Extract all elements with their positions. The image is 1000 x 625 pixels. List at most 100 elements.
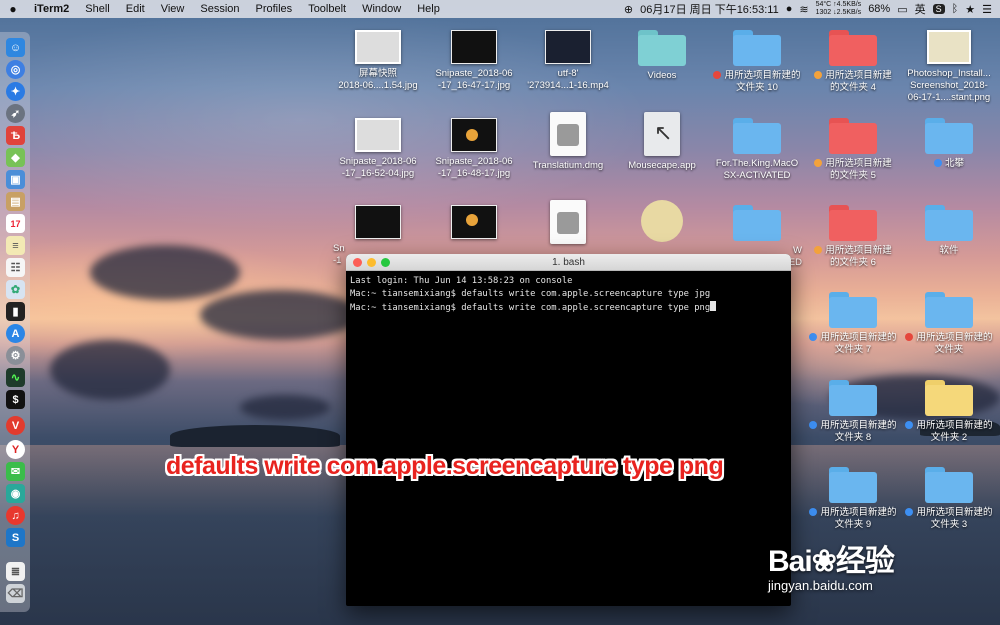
android-icon[interactable]: ◆ [6,148,25,167]
terminal-line: Last login: Thu Jun 14 13:58:23 on conso… [350,276,573,286]
menu-shell[interactable]: Shell [77,3,117,15]
app-store-icon[interactable]: A [6,324,25,343]
terminal-titlebar[interactable]: 1. bash [346,254,791,271]
menu-help[interactable]: Help [409,3,448,15]
menu-edit[interactable]: Edit [118,3,153,15]
launchpad-icon[interactable]: ◎ [6,60,25,79]
netease-music-icon[interactable]: ♫ [6,506,25,525]
desktop-item[interactable] [615,200,709,242]
system-monitor[interactable]: 54°C ↑4.5KB/s 1302 ↓2.5KB/s [816,1,862,17]
desktop-item[interactable]: 用所选项目新建 的文件夹 5 [806,118,900,182]
reminders-icon[interactable]: ☷ [6,258,25,277]
battery-percent[interactable]: 68% [868,3,890,15]
zoom-button[interactable] [381,258,390,267]
app-teal-icon[interactable]: ◉ [6,484,25,503]
minimize-button[interactable] [367,258,376,267]
desktop-item[interactable]: Snipaste_2018-06 -17_16-48-17.jpg [427,118,521,180]
file-label: Snipaste_2018-06 [435,68,513,79]
folder-icon [829,30,877,66]
file-label-text: 北攀 [944,158,964,169]
file-label: 的文件夹 4 [830,82,876,93]
safari-icon[interactable]: ✦ [6,82,25,101]
calendar-icon[interactable]: 17 [6,214,25,233]
rocket-icon[interactable]: ➶ [6,104,25,123]
file-label: 屏幕快照 [358,68,397,79]
folder-icon [829,380,877,416]
watermark-brand2: 经验 [835,545,895,578]
desktop-item[interactable]: Translatium.dmg [521,112,615,172]
globe-icon[interactable]: ⊕ [624,3,633,16]
menu-clock[interactable]: 06月17日 周日 下午16:53:11 [640,1,779,17]
overlay-caption: defaults write com.apple.screencapture t… [166,452,724,480]
system-preferences-icon[interactable]: ⚙ [6,346,25,365]
stickies-icon[interactable]: ≡ [6,236,25,255]
file-label: 06-17-1....stant.png [907,92,991,103]
menu-bar: ● iTerm2 Shell Edit View Session Profile… [0,0,1000,18]
desktop-item[interactable]: 用所选项目新建的 文件夹 2 [902,380,996,444]
terminal-output[interactable]: Last login: Thu Jun 14 13:58:23 on conso… [346,271,791,319]
desktop-item[interactable] [521,200,615,244]
s-dock-icon[interactable]: S [6,528,25,547]
desktop-item[interactable]: 软件 [902,205,996,257]
iterm-icon[interactable]: $ [6,390,25,409]
file-label: For.The.King.MacO [715,158,799,169]
blue-tag-icon [905,421,914,429]
menu-view[interactable]: View [153,3,193,15]
vivaldi-icon[interactable]: V [6,416,25,435]
close-button[interactable] [353,258,362,267]
desktop-item[interactable]: 北攀 [902,118,996,170]
star-icon[interactable]: ★ [965,3,975,16]
file-label: 2018-06....1.54.jpg [338,80,418,91]
menu-toolbelt[interactable]: Toolbelt [300,3,354,15]
wifi-icon[interactable]: ≋ [799,3,808,16]
desktop-item[interactable]: Snipaste_2018-06 -17_16-47-17.jpg [427,30,521,92]
terminal-cursor [710,301,717,311]
desktop-item[interactable]: 用所选项目新建的 文件夹 9 [806,467,900,531]
activity-monitor-icon[interactable]: ∿ [6,368,25,387]
document-icon[interactable]: ≣ [6,562,25,581]
desktop-item[interactable]: 用所选项目新建 的文件夹 4 [806,30,900,94]
file-label: '273914...1-16.mp4 [527,80,609,91]
menu-window[interactable]: Window [354,3,409,15]
s-app-icon[interactable]: S [932,4,945,14]
menu-app-name[interactable]: iTerm2 [26,3,77,15]
terminal-dock-icon[interactable]: ▮ [6,302,25,321]
file-label-text: 用所选项目新建 [825,70,892,81]
desktop-item[interactable]: 用所选项目新建的 文件夹 7 [806,292,900,356]
apple-menu-icon[interactable]: ● [0,2,26,16]
photos-icon[interactable]: ✿ [6,280,25,299]
desktop-item[interactable] [427,205,521,239]
desktop-item[interactable]: utf-8' '273914...1-16.mp4 [521,30,615,92]
finder-icon[interactable]: ☺ [6,38,25,57]
desktop-item[interactable]: 用所选项目新建的 文件夹 [902,292,996,356]
menu-session[interactable]: Session [192,3,247,15]
terminal-window[interactable]: 1. bash Last login: Thu Jun 14 13:58:23 … [346,254,791,606]
desktop-item[interactable]: Videos [615,30,709,82]
battery-icon[interactable]: ▭ [897,3,907,16]
menu-profiles[interactable]: Profiles [248,3,301,15]
apple-logo-icon[interactable]: ● [786,3,793,15]
yandex-icon[interactable]: Y [6,440,25,459]
menu-list-icon[interactable]: ☰ [982,3,992,16]
desktop-item[interactable]: 用所选项目新建的 文件夹 3 [902,467,996,531]
desktop-item[interactable]: Snipaste_2018-06 -17_16-52-04.jpg [331,118,425,180]
desktop-item[interactable]: 用所选项目新建的 文件夹 10 [710,30,804,94]
trash-icon[interactable]: ⌫ [6,584,25,603]
file-label: 用所选项目新建的 [806,332,900,344]
desktop-item[interactable]: 用所选项目新建的 文件夹 8 [806,380,900,444]
wechat-icon[interactable]: ✉ [6,462,25,481]
image-file-icon [451,118,497,152]
desktop-item[interactable]: ↖ Mousecape.app [615,112,709,172]
desktop-item[interactable]: 屏幕快照 2018-06....1.54.jpg [331,30,425,92]
desktop-item[interactable]: For.The.King.MacO SX-ACTiVATED [710,118,804,182]
input-method[interactable]: 英 [915,1,926,17]
wallpaper-cloud [90,245,240,300]
file-label: Snipaste_2018-06 [339,156,417,167]
app-red-icon[interactable]: Ѣ [6,126,25,145]
bluetooth-icon[interactable]: ᛒ [952,3,959,15]
desktop-item[interactable]: 用所选项目新建 的文件夹 6 [806,205,900,269]
desktop-item[interactable]: Photoshop_Install... Screenshot_2018- 06… [902,30,996,104]
preview-icon[interactable]: ▣ [6,170,25,189]
notes-icon[interactable]: ▤ [6,192,25,211]
file-label: SX-ACTiVATED [723,170,791,181]
